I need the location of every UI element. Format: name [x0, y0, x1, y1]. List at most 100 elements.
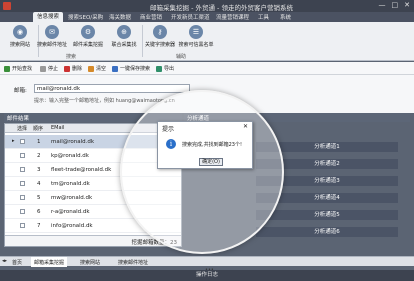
blacklist-label: 搜索可信黑名单: [178, 42, 214, 48]
clear-label: 清空: [96, 66, 107, 72]
email-input[interactable]: mail@ronald.dk: [34, 84, 190, 93]
tab-home[interactable]: 首页: [12, 259, 22, 266]
channel-button[interactable]: 分析通道5: [256, 210, 398, 220]
col-order: 顺序: [33, 126, 44, 132]
mine-icon: ⚙: [81, 25, 95, 39]
clear-button[interactable]: 清空: [88, 65, 106, 72]
row-email: mail@ronald.dk: [51, 139, 95, 145]
row-email: fleet-trade@ronald.dk: [51, 167, 112, 173]
row-email: r-a@ronald.dk: [51, 209, 90, 215]
email-mining-button[interactable]: ⚙ 邮件采集挖掘: [70, 25, 106, 48]
row-checkbox[interactable]: [20, 209, 25, 214]
dialog-ok-button[interactable]: 确定(O): [199, 158, 223, 166]
row-checkbox[interactable]: [20, 139, 25, 144]
save-search-label: 一键保存搜索: [120, 66, 151, 72]
delete-label: 删除: [72, 66, 83, 72]
col-email: EMail: [51, 125, 65, 131]
email-label: 邮箱:: [14, 88, 27, 94]
crosshair-icon: ⊕: [117, 25, 131, 39]
menu-bar: 信息搜索 搜索SEO/采购 海关数据 商业营销 开发新员工渠道 流量营销课程 工…: [0, 12, 414, 22]
row-checkbox[interactable]: [20, 153, 25, 158]
row-pointer-icon: ▸: [12, 138, 15, 144]
clear-icon: [88, 65, 94, 72]
blacklist-button[interactable]: ☰ 搜索可信黑名单: [178, 25, 214, 48]
grip-icon[interactable]: •••: [205, 265, 214, 276]
export-label: 导出: [164, 66, 175, 72]
menu-business-marketing[interactable]: 商业营销: [136, 13, 166, 21]
joint-collect-button[interactable]: ⊕ 联合采集找: [106, 25, 142, 48]
menu-new-channels[interactable]: 开发新员工渠道: [167, 13, 214, 21]
info-icon: i: [166, 139, 176, 149]
delete-button[interactable]: 删除: [64, 65, 82, 72]
search-email-label: 搜索邮件地址: [36, 42, 67, 48]
key-icon: ⚷: [153, 25, 167, 39]
search-website-label: 搜索网站: [9, 42, 30, 48]
row-checkbox[interactable]: [20, 181, 25, 186]
start-search-label: 开始查找: [12, 66, 33, 72]
dialog-close-icon[interactable]: ✕: [243, 123, 248, 130]
row-checkbox[interactable]: [20, 195, 25, 200]
keyword-search-label: 关键字搜索器: [144, 42, 175, 48]
email-hint: 提示：输入完整一个邮箱地址，例如 huang@waimaotong.cn: [34, 98, 175, 104]
tab-search-website[interactable]: 搜索网站: [80, 259, 100, 266]
operation-log-bar[interactable]: ••• 操作日志: [0, 267, 414, 281]
window-controls: — □ ✕: [379, 1, 411, 9]
stop-button[interactable]: 停止: [40, 65, 58, 72]
ribbon-group-assist: 辅助: [176, 54, 187, 60]
ribbon-group-search: 搜索: [66, 54, 77, 60]
app-logo-icon: [3, 2, 11, 10]
export-button[interactable]: 导出: [156, 65, 174, 72]
row-email: mw@ronald.dk: [51, 195, 93, 201]
row-number: 1: [37, 139, 41, 145]
joint-collect-label: 联合采集找: [111, 42, 137, 48]
ribbon: ◉ 搜索网站 ✉ 搜索邮件地址 ⚙ 邮件采集挖掘 ⊕ 联合采集找 ⚷ 关键字搜索…: [0, 22, 414, 61]
action-toolbar: 开始查找 停止 删除 清空 一键保存搜索 导出: [0, 62, 414, 75]
tab-scroll-icon[interactable]: ◂▸: [2, 258, 7, 264]
row-number: 5: [37, 195, 41, 201]
stop-icon: [40, 65, 46, 72]
search-email-button[interactable]: ✉ 搜索邮件地址: [34, 25, 70, 48]
mail-search-icon: ✉: [45, 25, 59, 39]
search-website-button[interactable]: ◉ 搜索网站: [2, 25, 38, 48]
save-icon: [112, 65, 118, 72]
menu-seo-purchase[interactable]: 搜索SEO/采购: [64, 13, 107, 21]
keyword-search-button[interactable]: ⚷ 关键字搜索器: [142, 25, 178, 48]
close-icon[interactable]: ✕: [404, 1, 410, 9]
minimize-icon[interactable]: —: [379, 1, 386, 9]
blacklist-icon: ☰: [189, 25, 203, 39]
stop-label: 停止: [48, 66, 59, 72]
row-number: 6: [37, 209, 41, 215]
tab-search-email[interactable]: 搜索邮件地址: [118, 259, 148, 266]
channel-button[interactable]: 分析通道6: [256, 227, 398, 237]
maximize-icon[interactable]: □: [392, 1, 399, 9]
row-email: tm@ronald.dk: [51, 181, 90, 187]
magnifier-overlay: [120, 90, 284, 254]
menu-traffic-courses[interactable]: 流量营销课程: [212, 13, 253, 21]
dialog-message: 搜索完成,共找到邮箱23个!: [182, 142, 242, 148]
save-search-button[interactable]: 一键保存搜索: [112, 65, 150, 72]
menu-system[interactable]: 系统: [276, 13, 295, 21]
menu-tools[interactable]: 工具: [254, 13, 273, 21]
email-mining-label: 邮件采集挖掘: [72, 42, 103, 48]
row-number: 4: [37, 181, 41, 187]
row-number: 3: [37, 167, 41, 173]
row-checkbox[interactable]: [20, 167, 25, 172]
message-dialog: 提示 ✕ i 搜索完成,共找到邮箱23个! 确定(O): [157, 121, 253, 169]
menu-customs-data[interactable]: 海关数据: [105, 13, 135, 21]
row-number: 7: [37, 223, 41, 229]
export-icon: [156, 65, 162, 72]
globe-icon: ◉: [13, 25, 27, 39]
title-bar: 邮箱采集挖掘 - 外贸通 - 领走的外贸客户营销系统 — □ ✕: [0, 0, 414, 12]
tab-email-mining[interactable]: 邮箱采集挖掘: [31, 257, 68, 267]
dialog-title: 提示: [162, 126, 175, 133]
col-select: 选择: [17, 126, 28, 132]
menu-info-search[interactable]: 信息搜索: [33, 12, 64, 22]
row-number: 2: [37, 153, 41, 159]
row-email: kp@ronald.dk: [51, 153, 89, 159]
row-checkbox[interactable]: [20, 223, 25, 228]
play-icon: [4, 65, 10, 72]
delete-icon: [64, 65, 70, 72]
window-title: 邮箱采集挖掘 - 外贸通 - 领走的外贸客户营销系统: [150, 4, 293, 12]
row-email: info@ronald.dk: [51, 223, 93, 229]
start-search-button[interactable]: 开始查找: [4, 65, 32, 72]
